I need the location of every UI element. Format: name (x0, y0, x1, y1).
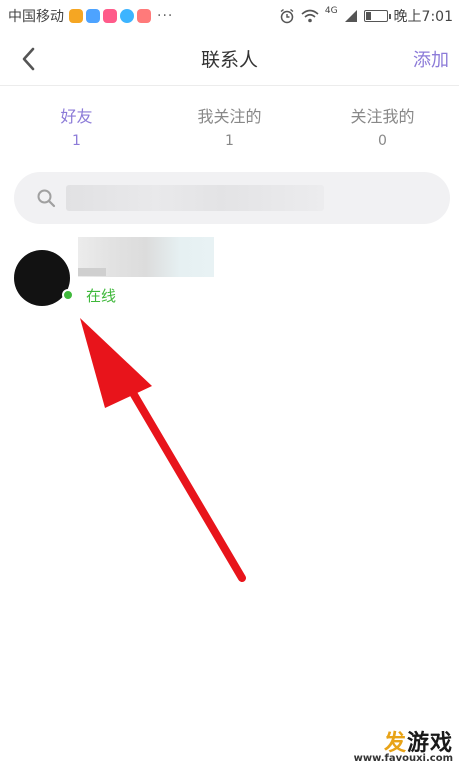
tab-following[interactable]: 我关注的 1 (153, 96, 306, 152)
tab-label: 好友 (60, 107, 93, 126)
more-notifications: ··· (157, 8, 174, 24)
tab-label: 关注我的 (350, 107, 415, 126)
page-title: 联系人 (200, 49, 258, 71)
search-input[interactable] (14, 172, 450, 224)
tab-count: 1 (72, 133, 81, 149)
app-notification-icon (103, 9, 117, 23)
online-indicator (62, 289, 74, 301)
watermark-logo: 发游戏 www.favouxi.com (313, 725, 453, 767)
carrier-label: 中国移动 (8, 9, 64, 25)
search-placeholder-redacted (66, 185, 324, 211)
app-notification-icon (69, 9, 83, 23)
contact-list-item[interactable]: 在线 (0, 236, 459, 316)
chevron-left-icon (22, 47, 35, 71)
tab-friends[interactable]: 好友 1 (0, 96, 153, 152)
signal-icon (344, 10, 357, 22)
battery-icon (363, 10, 391, 22)
online-status-label: 在线 (86, 287, 117, 305)
contact-id-redacted (78, 268, 106, 276)
app-notification-icon (137, 9, 151, 23)
status-left: 中国移动 ··· (8, 6, 173, 26)
contact-tabs: 好友 1 我关注的 1 关注我的 0 (0, 96, 459, 152)
network-type-label: 4G (324, 6, 338, 16)
watermark-url: www.favouxi.com (353, 753, 453, 764)
contacts-screen: 中国移动 ··· 4G 晚上7:01 联系人 添加 好友 1 我关注的 1 关注… (0, 0, 459, 773)
back-button[interactable] (14, 44, 42, 74)
status-right: 4G 晚上7:01 (279, 6, 453, 26)
header: 联系人 添加 (0, 32, 459, 86)
tab-followers[interactable]: 关注我的 0 (306, 96, 459, 152)
tab-count: 1 (225, 133, 234, 149)
tab-label: 我关注的 (197, 107, 262, 126)
status-bar: 中国移动 ··· 4G 晚上7:01 (0, 0, 459, 32)
app-notification-icon (120, 9, 134, 23)
search-icon (37, 189, 56, 208)
tab-count: 0 (378, 133, 387, 149)
clock-label: 晚上7:01 (393, 9, 453, 25)
wifi-icon (301, 9, 319, 23)
app-notification-icon (86, 9, 100, 23)
alarm-icon (280, 8, 294, 24)
add-contact-button[interactable]: 添加 (413, 46, 449, 72)
